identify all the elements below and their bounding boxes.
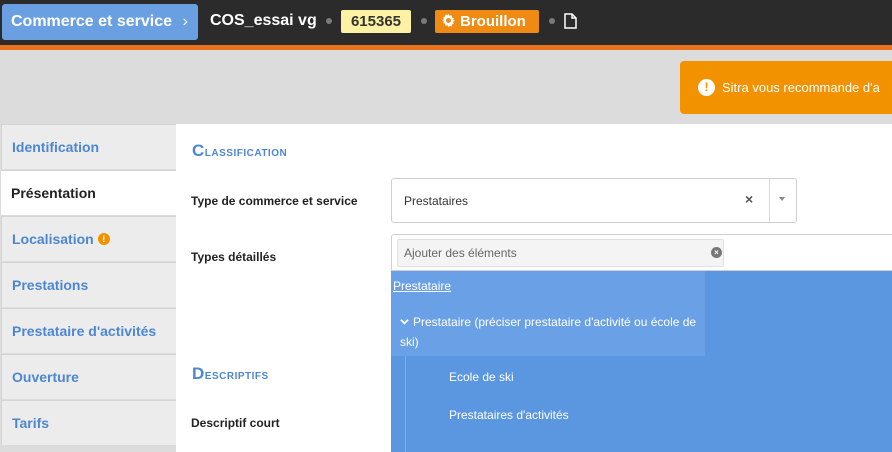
tree-group: Prestataire Prestataire (préciser presta… bbox=[391, 271, 705, 356]
alert-icon: ! bbox=[698, 79, 715, 96]
tree-parent-item[interactable]: Prestataire (préciser prestataire d'acti… bbox=[400, 312, 700, 352]
warning-icon: ! bbox=[97, 232, 110, 245]
sidebar-item-label: Identification bbox=[12, 139, 100, 155]
sidebar-item-label: Prestataire d'activités bbox=[12, 323, 157, 339]
tree-child-item[interactable]: Ecole de ski bbox=[449, 370, 514, 384]
tree-child-item[interactable]: Prestataires d'activités bbox=[449, 408, 569, 422]
sidebar-item-prestataire-activites[interactable]: Prestataire d'activités bbox=[1, 308, 176, 353]
sidebar-item-label: Prestations bbox=[12, 277, 89, 293]
section-title-classification: Classification bbox=[192, 141, 288, 160]
sidebar-item-localisation[interactable]: Localisation! bbox=[1, 216, 176, 261]
sidebar-item-ouverture[interactable]: Ouverture bbox=[1, 354, 176, 399]
sidebar-item-presentation[interactable]: Présentation bbox=[1, 170, 176, 215]
record-id-badge: 615365 bbox=[341, 10, 411, 33]
sidebar: Identification Présentation Localisation… bbox=[0, 124, 176, 452]
sidebar-item-label: Tarifs bbox=[12, 415, 50, 431]
type-select-value: Prestataires bbox=[404, 194, 469, 208]
tree-parent-label: Prestataire (préciser prestataire d'acti… bbox=[400, 315, 697, 349]
recommendation-alert[interactable]: ! Sitra vous recommande d'a bbox=[680, 61, 892, 114]
types-dropdown: Prestataire Prestataire (préciser presta… bbox=[391, 271, 892, 452]
clear-icon[interactable]: × bbox=[711, 247, 722, 258]
separator-dot bbox=[326, 18, 332, 24]
top-bar-accent bbox=[0, 45, 892, 50]
sidebar-item-label: Présentation bbox=[11, 185, 96, 201]
detailed-types-label: Types détaillés bbox=[191, 250, 277, 264]
sidebar-item-identification[interactable]: Identification bbox=[1, 124, 176, 169]
sidebar-item-prestations[interactable]: Prestations bbox=[1, 262, 176, 307]
separator-dot bbox=[421, 18, 427, 24]
sidebar-item-label: Ouverture bbox=[12, 369, 79, 385]
breadcrumb-button[interactable]: Commerce et service › bbox=[2, 4, 198, 40]
main-panel: Classification Type de commerce et servi… bbox=[176, 124, 892, 452]
detailed-types-input[interactable]: Ajouter des éléments × bbox=[397, 239, 724, 267]
file-icon[interactable] bbox=[564, 13, 577, 34]
type-select[interactable]: Prestataires × bbox=[391, 178, 797, 223]
section-title-descriptifs: Descriptifs bbox=[192, 364, 269, 383]
status-label: Brouillon bbox=[460, 13, 526, 30]
top-bar: Commerce et service › COS_essai vg 61536… bbox=[0, 0, 892, 45]
select-divider bbox=[769, 179, 770, 222]
alert-text: Sitra vous recommande d'a bbox=[722, 80, 880, 95]
status-badge: Brouillon bbox=[435, 10, 539, 33]
tree-connector bbox=[405, 356, 406, 452]
sidebar-item-label: Localisation bbox=[12, 231, 94, 247]
chevron-right-icon: › bbox=[182, 13, 188, 30]
detailed-types-placeholder: Ajouter des éléments bbox=[404, 246, 517, 260]
short-description-label: Descriptif court bbox=[191, 416, 280, 430]
clear-icon[interactable]: × bbox=[745, 191, 753, 207]
record-title: COS_essai vg bbox=[210, 12, 317, 29]
chevron-down-icon[interactable] bbox=[779, 197, 785, 201]
gear-icon bbox=[442, 10, 456, 33]
sidebar-item-tarifs[interactable]: Tarifs bbox=[1, 400, 176, 445]
breadcrumb-label: Commerce et service bbox=[11, 13, 172, 30]
type-label: Type de commerce et service bbox=[191, 194, 358, 208]
chevron-down-icon[interactable] bbox=[400, 312, 409, 325]
detailed-types-multiselect[interactable]: Ajouter des éléments × bbox=[391, 234, 892, 271]
tree-group-link[interactable]: Prestataire bbox=[393, 279, 451, 293]
separator-dot bbox=[549, 18, 555, 24]
